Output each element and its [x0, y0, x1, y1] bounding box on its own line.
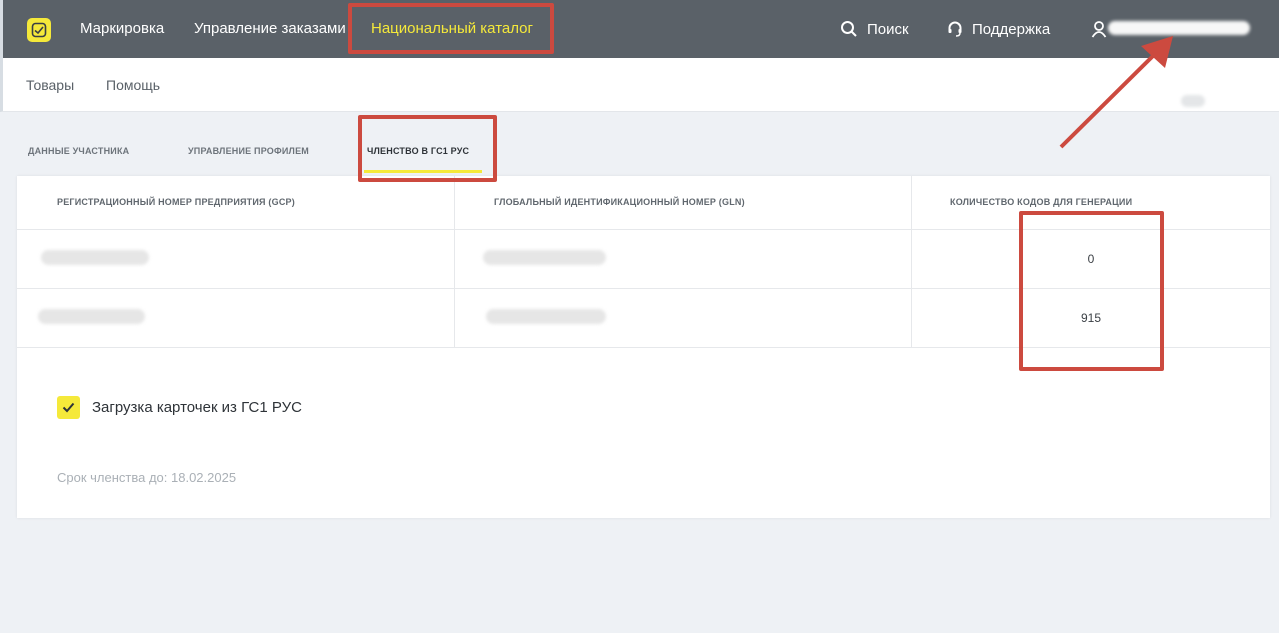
table-divider [17, 229, 1270, 230]
tab-gs1-membership[interactable]: ЧЛЕНСТВО В ГС1 РУС [367, 146, 469, 156]
column-divider [454, 176, 455, 347]
header-gcp: РЕГИСТРАЦИОННЫЙ НОМЕР ПРЕДПРИЯТИЯ (GCP) [57, 197, 295, 207]
nav-national-catalog[interactable]: Национальный каталог [371, 20, 533, 37]
load-cards-label: Загрузка карточек из ГС1 РУС [92, 399, 302, 416]
table-divider [17, 347, 1270, 348]
redacted-gln [486, 309, 606, 324]
nav-order-management[interactable]: Управление заказами [194, 20, 346, 37]
header-gln: ГЛОБАЛЬНЫЙ ИДЕНТИФИКАЦИОННЫЙ НОМЕР (GLN) [494, 197, 745, 207]
codes-count-value: 0 [1087, 252, 1095, 266]
column-divider [911, 176, 912, 347]
support-label: Поддержка [972, 20, 1051, 38]
headset-icon [948, 21, 962, 37]
checkmark-icon [62, 402, 75, 413]
redacted-element [1181, 95, 1205, 107]
active-tab-indicator [364, 170, 482, 173]
redacted-gcp [38, 309, 145, 324]
search-icon [841, 21, 857, 37]
nav-marking[interactable]: Маркировка [80, 20, 164, 37]
tab-profile-management[interactable]: УПРАВЛЕНИЕ ПРОФИЛЕМ [188, 146, 309, 156]
search-button[interactable]: Поиск [840, 20, 909, 38]
tab-participant-data[interactable]: ДАННЫЕ УЧАСТНИКА [28, 146, 129, 156]
redacted-gln [483, 250, 606, 265]
load-cards-checkbox[interactable] [57, 396, 80, 419]
membership-card: РЕГИСТРАЦИОННЫЙ НОМЕР ПРЕДПРИЯТИЯ (GCP) … [17, 176, 1270, 518]
marking-logo-icon[interactable] [27, 18, 51, 42]
search-label: Поиск [867, 20, 909, 38]
support-button[interactable]: Поддержка [947, 20, 1050, 38]
membership-expiry: Срок членства до: 18.02.2025 [57, 470, 237, 485]
redacted-gcp [41, 250, 149, 265]
table-divider [17, 288, 1270, 289]
header-codes-count: КОЛИЧЕСТВО КОДОВ ДЛЯ ГЕНЕРАЦИИ [950, 197, 1133, 207]
annotation-arrow-icon [1059, 36, 1173, 149]
codes-count-value: 915 [1080, 311, 1102, 325]
subnav-help[interactable]: Помощь [106, 77, 160, 93]
subnav-products[interactable]: Товары [26, 77, 74, 93]
